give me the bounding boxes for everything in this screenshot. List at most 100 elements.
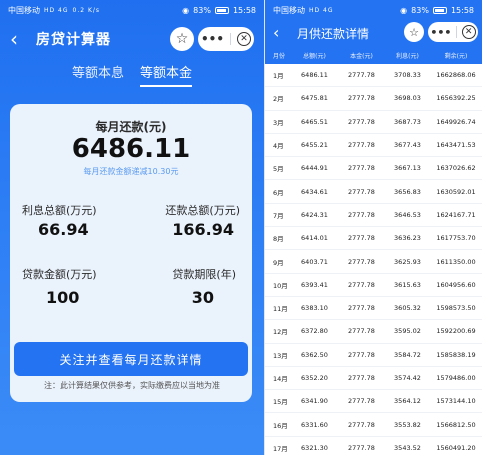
cell-remaining: 1624167.71: [436, 210, 476, 219]
calculator-screen: 中国移动 HD 4G 0.2 K/s ◉ 83% 15:58 ‹ 房贷计算器 ☆…: [0, 0, 264, 455]
table-row: 10月 6393.41 2777.78 3615.63 1604956.60: [265, 274, 482, 297]
carrier-label: 中国移动: [8, 5, 40, 15]
cell-total: 6362.50: [301, 350, 328, 359]
cell-month: 10月: [273, 281, 288, 290]
cell-principal: 2777.78: [348, 257, 375, 266]
cell-principal: 2777.78: [348, 304, 375, 313]
table-header: 月份 总额(元) 本金(元) 利息(元) 剩余(元): [265, 46, 482, 64]
cell-interest: 3698.03: [394, 94, 421, 103]
cell-interest: 3584.72: [394, 350, 421, 359]
cell-remaining: 1560491.20: [436, 443, 476, 452]
capsule-divider: [456, 26, 458, 38]
cell-month: 16月: [273, 421, 288, 430]
cell-principal: 2777.78: [348, 164, 375, 173]
repayment-table[interactable]: 1月 6486.11 2777.78 3708.33 1662868.06 2月 6475.…: [265, 64, 482, 455]
clock: 15:58: [450, 5, 474, 15]
cell-interest: 3553.82: [394, 420, 421, 429]
battery-label: 83%: [193, 5, 211, 15]
loan-amount-label: 贷款金额(万元): [22, 268, 97, 281]
cell-total: 6372.80: [301, 327, 328, 336]
repayment-detail-screen: 中国移动 HD 4G ◉ 83% 15:58 ‹ 月供还款详情 ☆ ••• ✕ …: [265, 0, 482, 455]
clock: 15:58: [232, 5, 256, 15]
close-icon[interactable]: ✕: [236, 32, 251, 46]
back-icon[interactable]: ‹: [273, 25, 289, 41]
battery-icon: [432, 6, 447, 14]
loan-amount-value: 100: [46, 288, 80, 307]
table-row: 14月 6352.20 2777.78 3574.42 1579486.00: [265, 367, 482, 391]
follow-view-details-button[interactable]: 关注并查看每月还款详情: [14, 342, 248, 376]
battery-icon: [214, 6, 229, 14]
table-row: 13月 6362.50 2777.78 3584.72 1585838.19: [265, 344, 482, 367]
cell-total: 6352.20: [301, 374, 328, 382]
signal-indicator: HD 4G: [309, 6, 334, 14]
cell-interest: 3656.83: [394, 187, 421, 196]
cell-interest: 3615.63: [394, 280, 421, 289]
cell-remaining: 1604956.60: [436, 280, 476, 289]
cell-total: 6455.21: [301, 141, 328, 150]
table-row: 1月 6486.11 2777.78 3708.33 1662868.06: [265, 64, 482, 88]
favorite-star-icon[interactable]: ☆: [170, 27, 194, 51]
cell-interest: 3574.42: [394, 374, 421, 382]
cell-interest: 3687.73: [394, 117, 421, 126]
interest-total-label: 利息总额(万元): [22, 204, 97, 217]
cell-interest: 3636.23: [394, 234, 421, 243]
cell-interest: 3708.33: [394, 71, 421, 80]
cell-total: 6465.51: [301, 117, 328, 126]
cell-remaining: 1637026.62: [436, 164, 476, 173]
more-icon[interactable]: •••: [201, 32, 224, 46]
cell-total: 6403.71: [301, 257, 328, 266]
favorite-star-icon[interactable]: ☆: [404, 22, 424, 42]
cell-month: 3月: [273, 118, 284, 127]
cell-remaining: 1598573.50: [436, 304, 476, 313]
cell-total: 6486.11: [301, 71, 328, 80]
cell-principal: 2777.78: [348, 420, 375, 429]
cell-month: 1月: [273, 72, 284, 81]
cell-total: 6383.10: [301, 304, 328, 313]
cell-total: 6393.41: [301, 280, 328, 289]
cell-remaining: 1662868.06: [436, 71, 476, 80]
cell-principal: 2777.78: [348, 327, 375, 336]
table-row: 7月 6424.31 2777.78 3646.53 1624167.71: [265, 204, 482, 228]
cell-interest: 3677.43: [394, 141, 421, 150]
table-row: 12月 6372.80 2777.78 3595.02 1592200.69: [265, 320, 482, 344]
cell-remaining: 1566812.50: [436, 420, 476, 429]
cell-principal: 2777.78: [348, 94, 375, 103]
cell-remaining: 1579486.00: [436, 374, 476, 382]
cell-month: 4月: [273, 142, 284, 151]
cell-remaining: 1630592.01: [436, 187, 476, 196]
cell-principal: 2777.78: [348, 443, 375, 452]
table-row: 9月 6403.71 2777.78 3625.93 1611350.00: [265, 250, 482, 274]
cell-principal: 2777.78: [348, 350, 375, 359]
cell-interest: 3595.02: [394, 327, 421, 336]
carrier-label: 中国移动: [273, 5, 305, 15]
battery-label: 83%: [411, 5, 429, 15]
col-remaining: 剩余(元): [444, 52, 468, 60]
cell-principal: 2777.78: [348, 71, 375, 80]
cell-remaining: 1573144.10: [436, 397, 476, 406]
cell-total: 6434.61: [301, 187, 328, 196]
cell-interest: 3605.32: [394, 304, 421, 313]
monthly-payment-label: 每月还款(元): [95, 120, 167, 134]
app-header: ‹ 房贷计算器 ☆ ••• ✕: [0, 24, 264, 54]
cell-total: 6444.91: [301, 164, 328, 173]
cell-total: 6321.30: [301, 443, 328, 452]
loan-term-label: 贷款期限(年): [172, 268, 236, 281]
cell-total: 6414.01: [301, 234, 328, 243]
tab-equal-payment[interactable]: 等额本息: [72, 62, 124, 87]
cell-remaining: 1617753.70: [436, 234, 476, 243]
cell-month: 12月: [273, 328, 288, 337]
cell-principal: 2777.78: [348, 374, 375, 382]
cell-principal: 2777.78: [348, 117, 375, 126]
detail-header: ‹ 月供还款详情 ☆ ••• ✕: [265, 20, 482, 46]
cell-principal: 2777.78: [348, 397, 375, 406]
back-icon[interactable]: ‹: [10, 29, 26, 49]
monthly-payment-value: 6486.11: [71, 134, 191, 164]
tab-equal-principal[interactable]: 等额本金: [140, 62, 193, 87]
cell-remaining: 1643471.53: [436, 141, 476, 150]
cell-total: 6475.81: [301, 94, 328, 103]
cell-remaining: 1585838.19: [436, 350, 476, 359]
cell-interest: 3543.52: [394, 443, 421, 452]
more-icon[interactable]: •••: [430, 26, 451, 39]
disclaimer-note: 注：此计算结果仅供参考，实际缴费应以当地为准: [44, 381, 220, 390]
close-icon[interactable]: ✕: [461, 25, 476, 39]
